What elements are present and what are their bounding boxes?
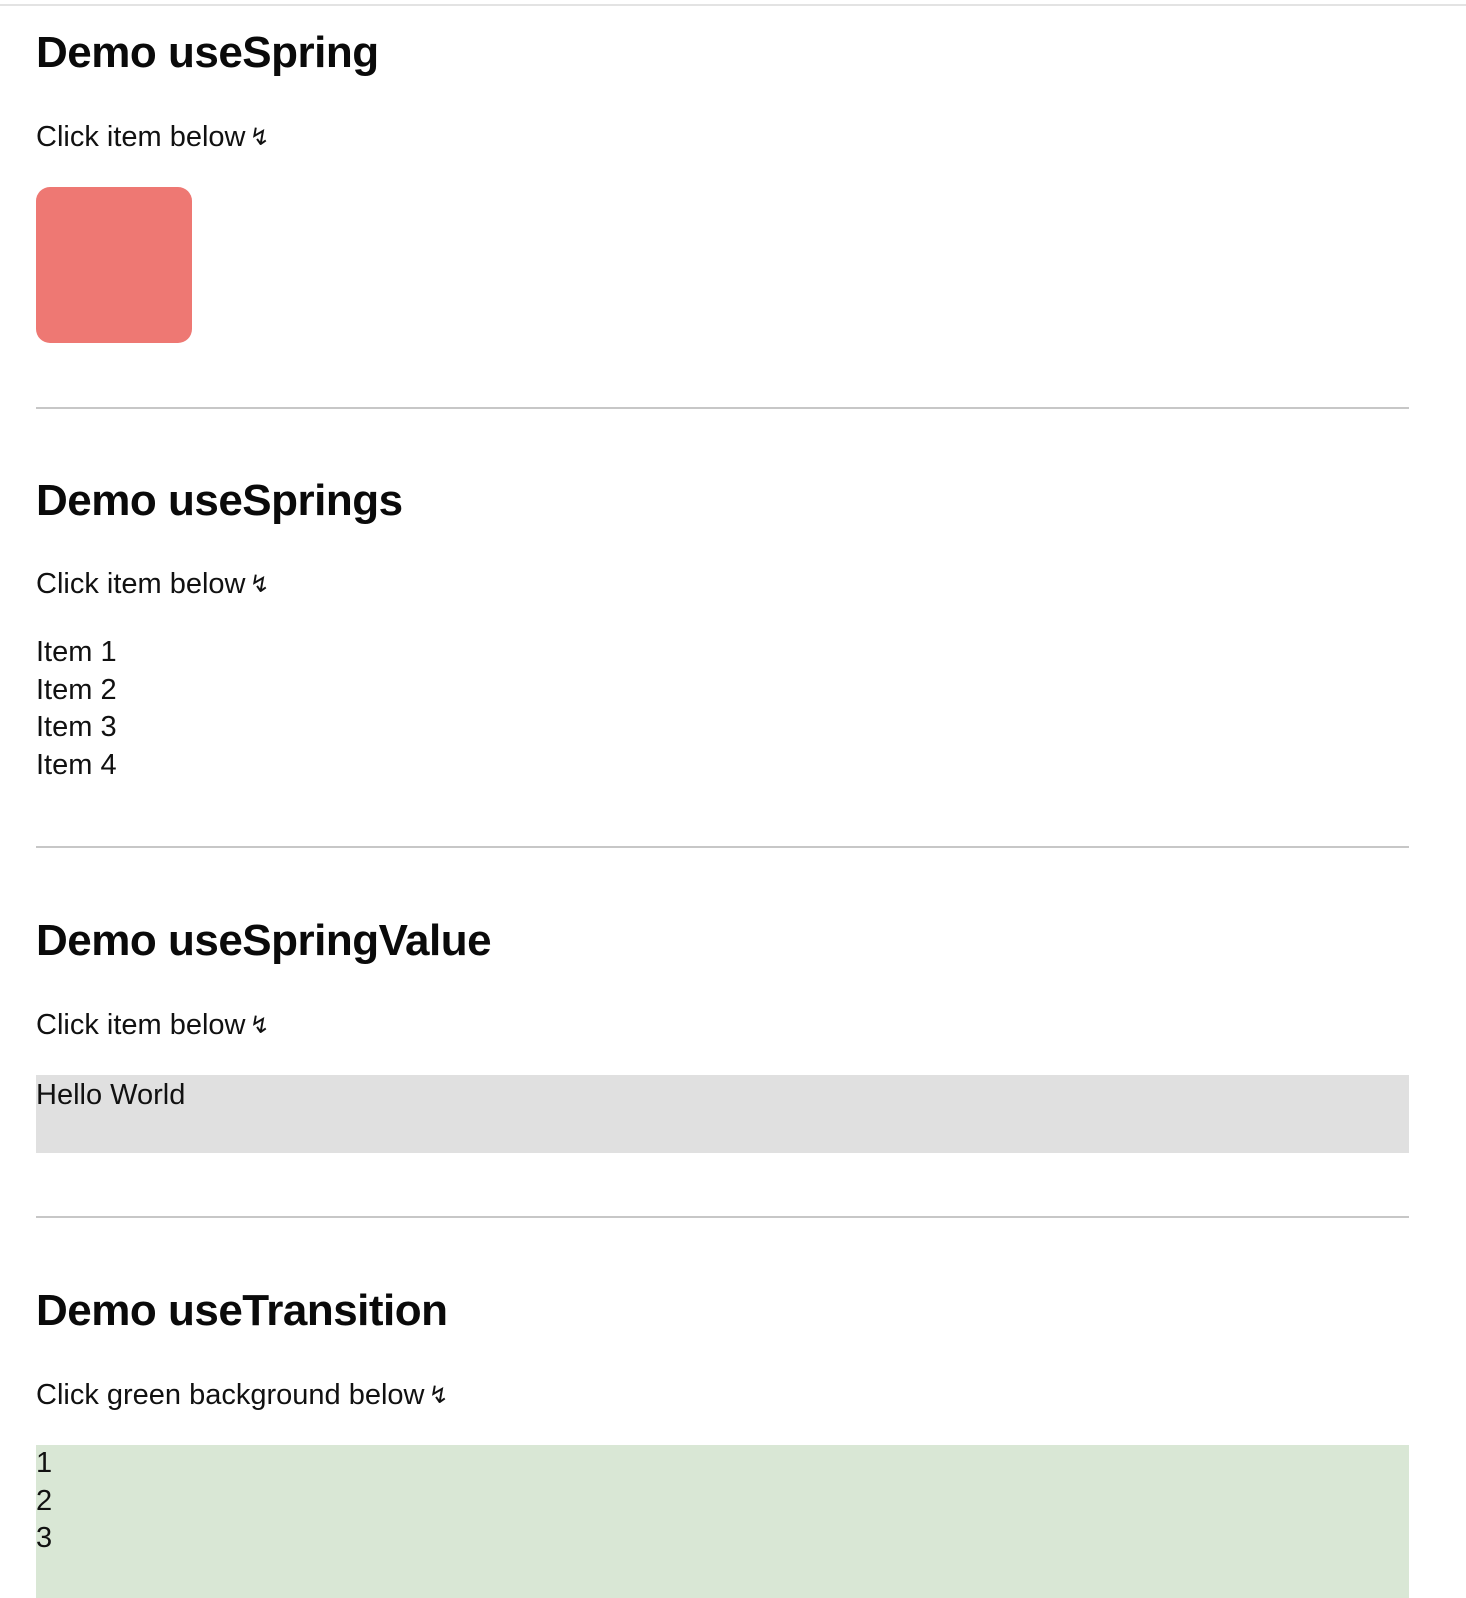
section-title-use-spring-value: Demo useSpringValue [36,916,492,965]
list-item[interactable]: Item 4 [36,747,117,785]
hint-text: Click green background below [36,1379,425,1411]
hint-use-transition: Click green background below ↯ [36,1377,449,1414]
spring-box[interactable] [36,187,192,343]
spring-value-text: Hello World [36,1079,186,1111]
transition-box[interactable]: 1 2 3 [36,1445,1409,1598]
list-item[interactable]: Item 3 [36,709,117,747]
down-arrow-icon: ↯ [428,1382,449,1409]
hint-use-springs: Click item below ↯ [36,566,270,603]
section-divider [36,846,1409,848]
section-divider [36,1216,1409,1218]
hint-text: Click item below [36,1009,246,1041]
down-arrow-icon: ↯ [249,571,270,598]
transition-entry: 1 [36,1447,53,1479]
list-item[interactable]: Item 1 [36,634,117,672]
transition-entry: 2 [36,1484,53,1517]
springs-item-list: Item 1 Item 2 Item 3 Item 4 [36,634,117,784]
hint-use-spring: Click item below ↯ [36,119,270,156]
hint-text: Click item below [36,568,246,600]
top-divider [0,4,1466,6]
list-item[interactable]: Item 2 [36,672,117,710]
hint-use-spring-value: Click item below ↯ [36,1007,270,1044]
down-arrow-icon: ↯ [249,1012,270,1039]
section-title-use-transition: Demo useTransition [36,1286,448,1335]
section-title-use-springs: Demo useSprings [36,476,403,525]
section-title-use-spring: Demo useSpring [36,28,379,77]
hint-text: Click item below [36,121,246,153]
spring-value-box[interactable]: Hello World [36,1075,1409,1153]
transition-entry: 3 [36,1522,53,1554]
down-arrow-icon: ↯ [249,124,270,151]
section-divider [36,407,1409,409]
